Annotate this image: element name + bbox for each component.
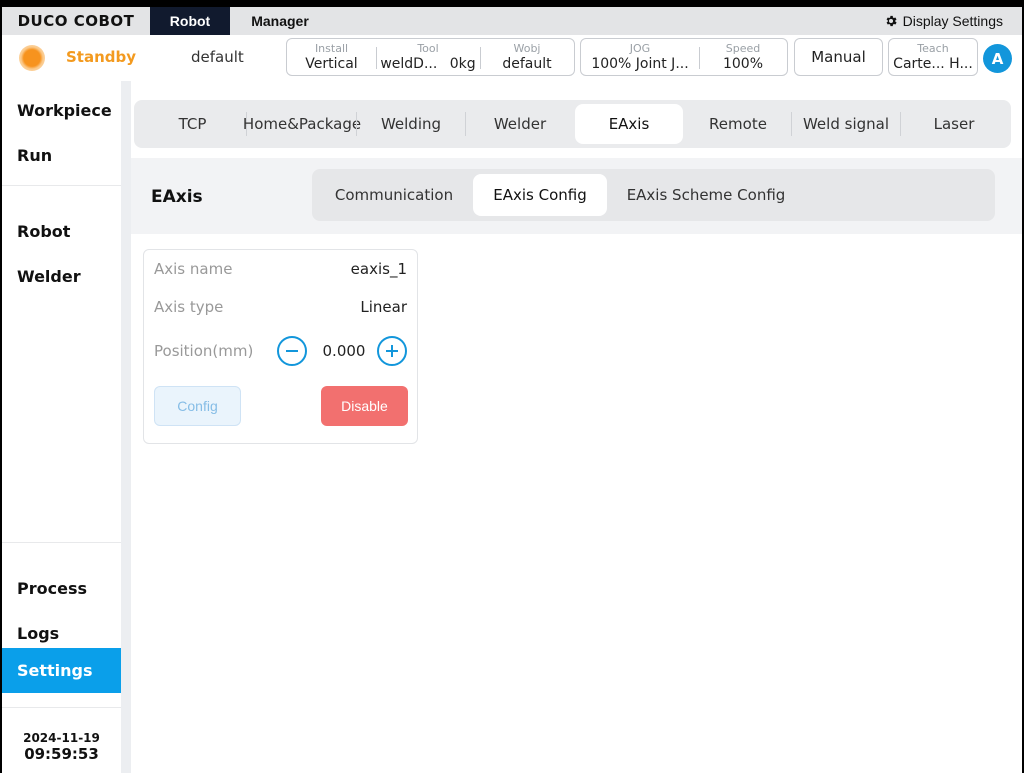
wobj-value: default [502,55,552,72]
status-indicator-icon [19,45,45,71]
sidebar-item-label: Settings [17,661,93,680]
install-value: Vertical [305,55,358,72]
speed-field[interactable]: Speed 100% [699,39,787,75]
position-value: 0.000 [322,342,366,360]
brand-logo: DUCO COBOT [17,12,135,30]
sidebar-divider [2,707,121,708]
axis-type-value: Linear [360,298,407,316]
sidebar-divider [2,185,121,186]
manual-mode-button[interactable]: Manual [794,38,883,76]
tab-manager[interactable]: Manager [230,7,330,35]
teach-field[interactable]: Teach Carte... H... [889,39,977,75]
section-header: EAxis Communication EAxis Config EAxis S… [131,158,1022,234]
sidebar: Workpiece Run Robot Welder Process Logs … [2,81,121,773]
current-date: 2024-11-19 [23,731,100,745]
section-title: EAxis [151,187,203,207]
plus-icon [386,345,398,357]
eaxis-subtab-bar: Communication EAxis Config EAxis Scheme … [312,169,995,221]
teach-value: Carte... H... [893,55,973,72]
sidebar-item-welder[interactable]: Welder [17,267,81,286]
jog-field[interactable]: JOG 100% Joint J... [581,39,699,75]
tab-laser[interactable]: Laser [902,104,1006,144]
tab-remote[interactable]: Remote [685,104,791,144]
sidebar-item-workpiece[interactable]: Workpiece [17,101,112,120]
user-avatar[interactable]: A [983,44,1012,73]
settings-tab-bar: TCP Home&Package Welding Welder EAxis Re… [134,100,1011,148]
minus-icon [286,350,298,352]
tool-load: 0kg [449,55,476,72]
sidebar-item-robot[interactable]: Robot [17,222,70,241]
program-name[interactable]: default [191,48,244,66]
tab-home-package[interactable]: Home&Package [243,104,361,144]
current-time: 09:59:53 [24,745,99,763]
gear-icon [886,15,897,27]
speed-value: 100% [722,55,764,72]
tab-eaxis[interactable]: EAxis [575,104,683,144]
jog-value: 100% Joint J... [591,55,689,72]
sidebar-item-run[interactable]: Run [17,146,52,165]
tab-welder[interactable]: Welder [467,104,573,144]
position-label: Position(mm) [154,342,254,360]
eaxis-card: Axis name eaxis_1 Axis type Linear Posit… [143,249,418,444]
config-button[interactable]: Config [154,386,241,426]
sidebar-divider [2,542,121,543]
tool-field[interactable]: Tool weldD... 0kg [376,39,480,75]
tab-welding[interactable]: Welding [358,104,464,144]
teach-box[interactable]: Teach Carte... H... [888,38,978,76]
tab-robot[interactable]: Robot [150,7,230,35]
axis-name-value: eaxis_1 [350,260,407,278]
wobj-field[interactable]: Wobj default [480,39,574,75]
tab-weld-signal[interactable]: Weld signal [793,104,899,144]
axis-type-label: Axis type [154,298,224,316]
robot-state: Standby [66,48,137,66]
top-bar: DUCO COBOT Robot Manager Display Setting… [2,7,1022,35]
subtab-eaxis-config[interactable]: EAxis Config [473,174,607,216]
tool-value: weldD... [380,55,438,72]
status-bar: Standby default Install Vertical Tool we… [2,35,1022,81]
axis-name-label: Axis name [154,260,233,278]
jog-speed-box[interactable]: JOG 100% Joint J... Speed 100% [580,38,788,76]
sidebar-item-settings[interactable]: Settings [2,648,121,693]
sidebar-item-logs[interactable]: Logs [17,624,59,643]
subtab-communication[interactable]: Communication [320,174,468,216]
main-panel: TCP Home&Package Welding Welder EAxis Re… [131,81,1022,773]
decrease-position-button[interactable] [277,336,307,366]
app-window: DUCO COBOT Robot Manager Display Setting… [2,7,1022,773]
install-tool-wobj-box[interactable]: Install Vertical Tool weldD... 0kg Wobj … [286,38,575,76]
increase-position-button[interactable] [377,336,407,366]
display-settings-button[interactable]: Display Settings [884,7,1022,35]
sidebar-item-process[interactable]: Process [17,579,87,598]
subtab-eaxis-scheme-config[interactable]: EAxis Scheme Config [612,174,800,216]
install-field[interactable]: Install Vertical [287,39,376,75]
disable-button[interactable]: Disable [321,386,408,426]
display-settings-label: Display Settings [902,13,1003,29]
tab-tcp[interactable]: TCP [142,104,243,144]
